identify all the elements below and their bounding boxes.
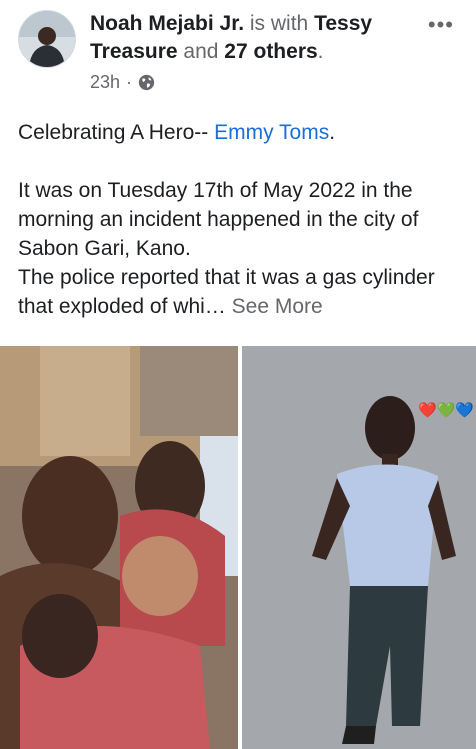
author-line: Noah Mejabi Jr. is with Tessy Treasure a… — [90, 10, 420, 66]
with-text: is with — [249, 12, 309, 35]
photo-portrait[interactable]: ❤️💚💙 — [242, 346, 476, 749]
post-paragraph-2: It was on Tuesday 17th of May 2022 in th… — [18, 179, 419, 260]
hearts-emoji: ❤️💚💙 — [418, 402, 475, 419]
post-time[interactable]: 23h — [90, 72, 120, 93]
post-line-1: Celebrating A Hero-- Emmy Toms. — [18, 118, 464, 147]
line1-suffix: . — [329, 121, 336, 144]
mention-link[interactable]: Emmy Toms — [214, 121, 329, 144]
avatar-image — [19, 11, 75, 67]
author-line-period: . — [317, 40, 324, 63]
author-name[interactable]: Noah Mejabi Jr. — [90, 12, 244, 35]
rescue-scene-image — [0, 346, 238, 749]
post-paragraph-3: The police reported that it was a gas cy… — [18, 263, 464, 321]
photo-grid: ❤️💚💙 — [0, 346, 476, 749]
line1-prefix: Celebrating A Hero-- — [18, 121, 215, 144]
meta-separator: · — [126, 72, 133, 92]
more-options-icon[interactable]: ••• — [428, 12, 454, 38]
and-text: and — [183, 40, 219, 63]
others-link[interactable]: 27 others — [224, 40, 317, 63]
author-avatar[interactable] — [18, 10, 76, 68]
post-text: Celebrating A Hero-- Emmy Toms. It was o… — [18, 118, 464, 321]
photo-rescue-scene[interactable] — [0, 346, 238, 749]
globe-icon[interactable] — [138, 74, 155, 91]
post-meta: 23h · — [90, 72, 155, 93]
see-more-link[interactable]: See More — [226, 295, 323, 318]
post-header: Noah Mejabi Jr. is with Tessy Treasure a… — [0, 0, 476, 110]
